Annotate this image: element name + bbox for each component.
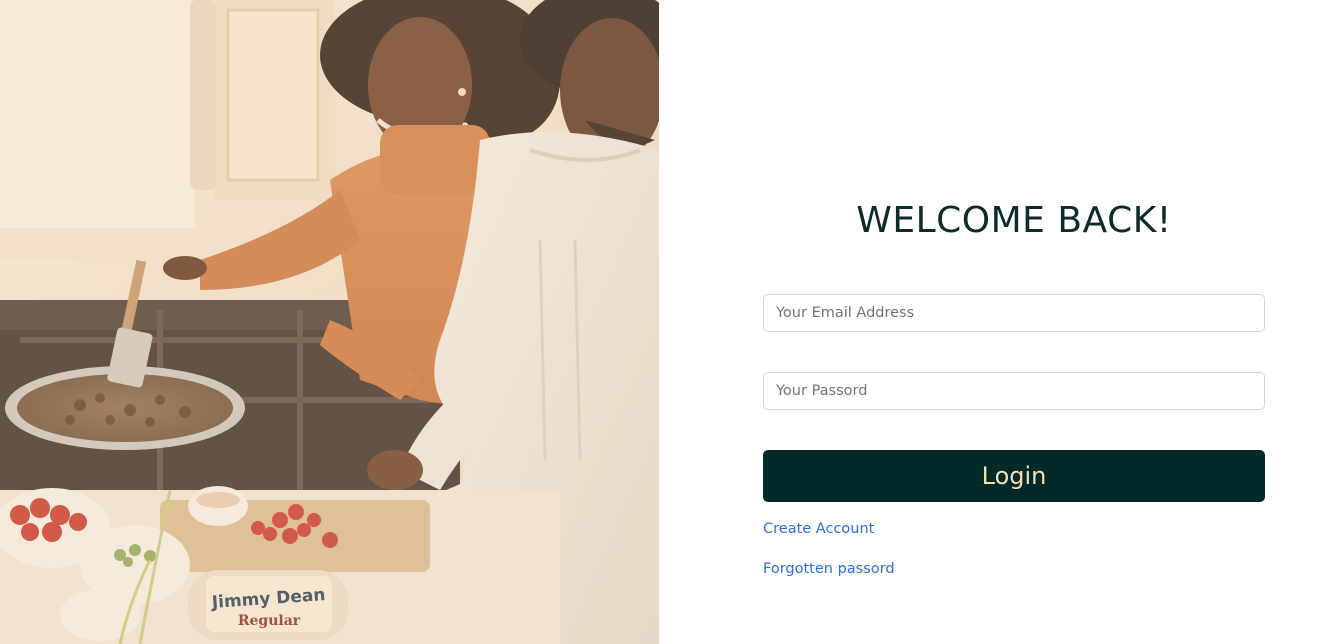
email-input[interactable] — [763, 294, 1265, 332]
login-page: Jimmy Dean Regular WELCOME BACK! Login C… — [0, 0, 1337, 644]
page-title: WELCOME BACK! — [856, 200, 1172, 241]
create-account-link[interactable]: Create Account — [763, 521, 874, 537]
forgot-password-link[interactable]: Forgotten passord — [763, 561, 895, 577]
hero-image: Jimmy Dean Regular — [0, 0, 659, 644]
password-input[interactable] — [763, 372, 1265, 410]
login-panel: WELCOME BACK! Login Create Account Forgo… — [659, 0, 1337, 644]
login-button[interactable]: Login — [763, 450, 1265, 502]
